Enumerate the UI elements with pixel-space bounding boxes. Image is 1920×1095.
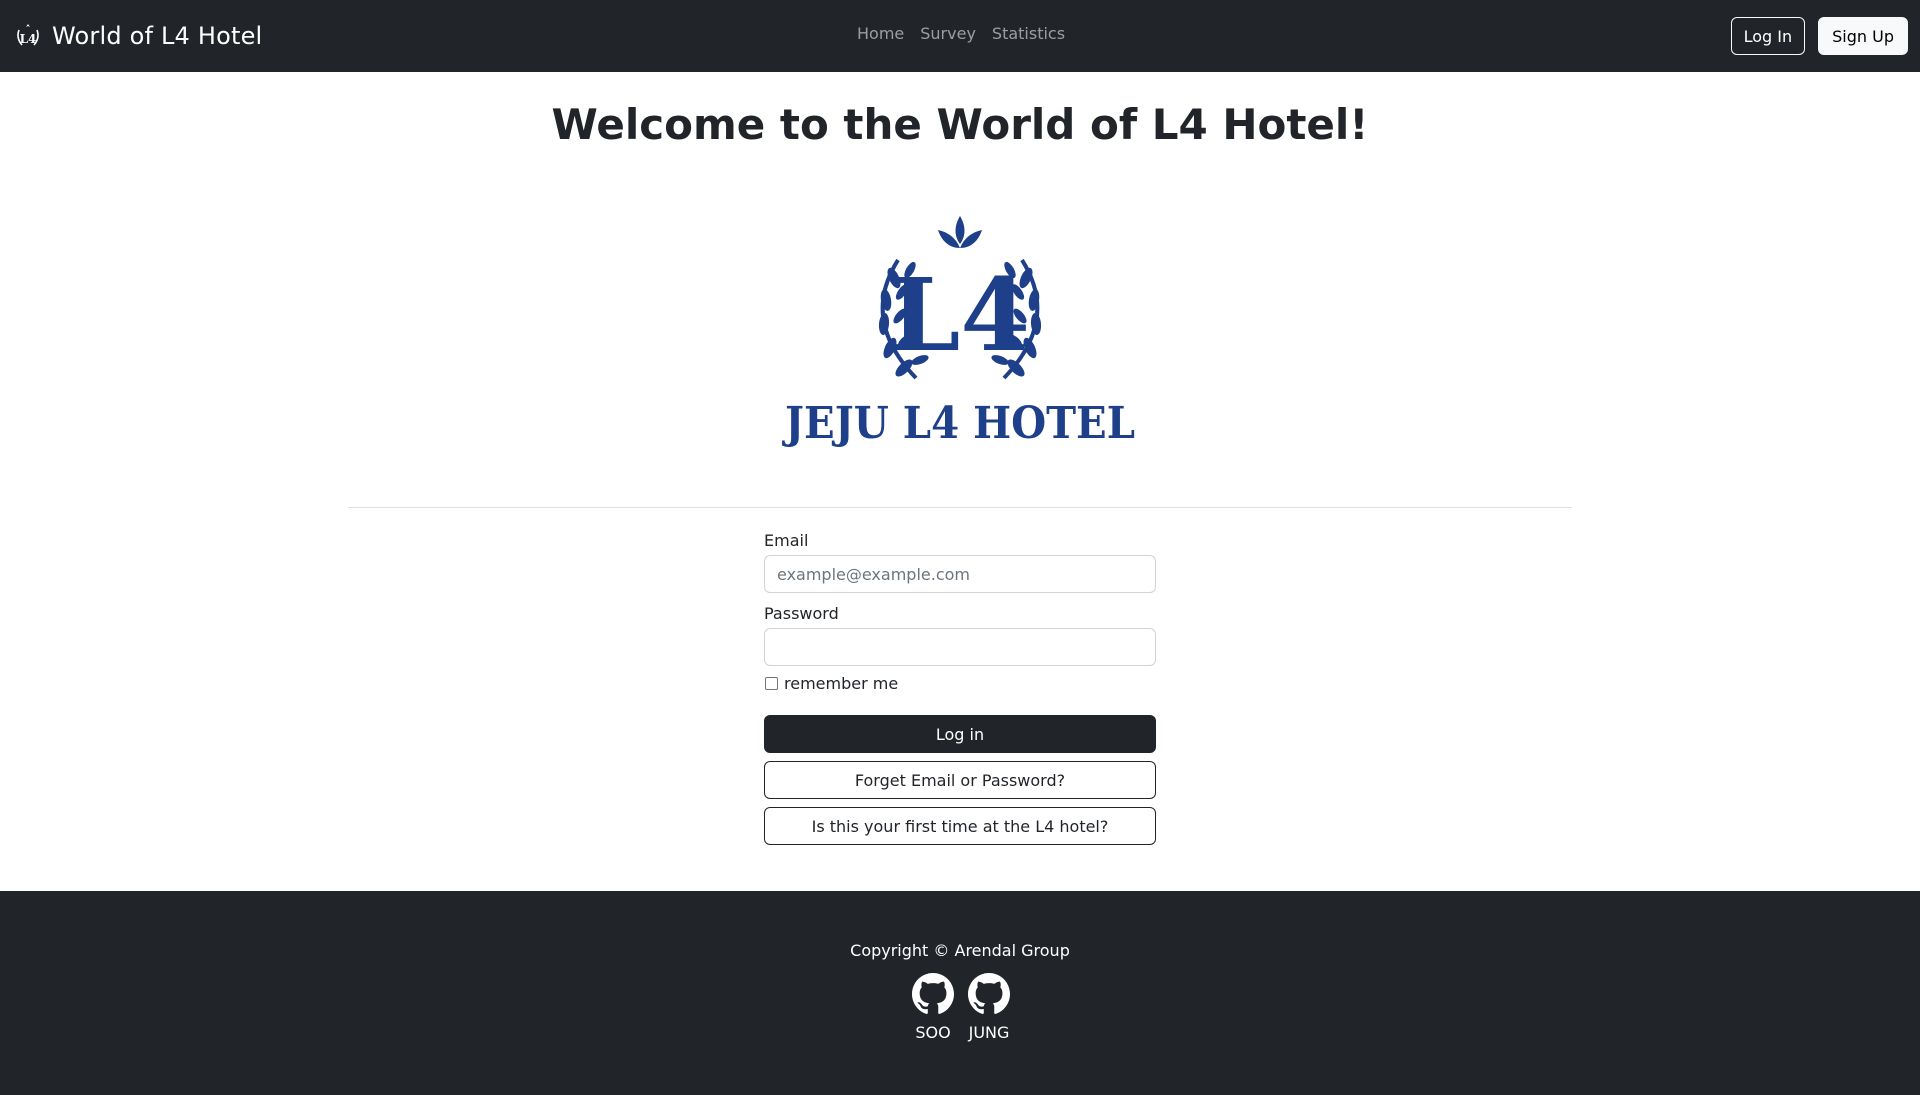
nav-link-survey[interactable]: Survey: [920, 24, 976, 43]
nav-link-statistics[interactable]: Statistics: [992, 24, 1065, 43]
logo-wordmark: JEJU L4 HOTEL: [781, 398, 1135, 449]
forgot-credentials-button[interactable]: Forget Email or Password?: [764, 761, 1156, 799]
nav-links: Home Survey Statistics: [857, 24, 1081, 43]
login-submit-button[interactable]: Log in: [764, 715, 1156, 753]
hotel-crest-icon: L4: [12, 20, 44, 52]
github-name-jung: JUNG: [968, 1023, 1010, 1042]
svg-text:L4: L4: [20, 32, 37, 46]
remember-me-label[interactable]: remember me: [784, 674, 898, 693]
signup-nav-button[interactable]: Sign Up: [1818, 17, 1908, 55]
github-links: SOO JUNG: [905, 973, 1017, 1042]
github-icon: [968, 973, 1010, 1014]
password-label: Password: [764, 604, 839, 623]
brand-title: World of L4 Hotel: [52, 22, 263, 50]
email-input[interactable]: [764, 555, 1156, 593]
login-form: Email Password remember me Log in Forget…: [764, 530, 1156, 845]
remember-me-row: remember me: [764, 672, 1156, 694]
github-icon: [912, 973, 954, 1014]
remember-me-checkbox[interactable]: [765, 676, 778, 690]
login-nav-button[interactable]: Log In: [1730, 17, 1806, 55]
hotel-logo: L4 JEJU L4 HOTEL: [780, 210, 1140, 450]
nav-link-home[interactable]: Home: [857, 24, 904, 43]
github-link-jung[interactable]: JUNG: [961, 973, 1017, 1042]
copyright-text: Copyright © Arendal Group: [850, 941, 1070, 960]
password-input[interactable]: [764, 628, 1156, 666]
email-label: Email: [764, 531, 809, 550]
footer: Copyright © Arendal Group SOO JUNG: [0, 891, 1920, 1095]
navbar: L4 World of L4 Hotel Home Survey Statist…: [0, 0, 1920, 72]
github-name-soo: SOO: [915, 1023, 951, 1042]
divider: [348, 507, 1572, 508]
brand-link[interactable]: L4 World of L4 Hotel: [12, 16, 262, 56]
first-time-button[interactable]: Is this your first time at the L4 hotel?: [764, 807, 1156, 845]
page-title: Welcome to the World of L4 Hotel!: [551, 100, 1369, 149]
github-link-soo[interactable]: SOO: [905, 973, 961, 1042]
nav-actions: Log In Sign Up: [1730, 17, 1908, 55]
logo-monogram: L4: [890, 256, 1030, 374]
